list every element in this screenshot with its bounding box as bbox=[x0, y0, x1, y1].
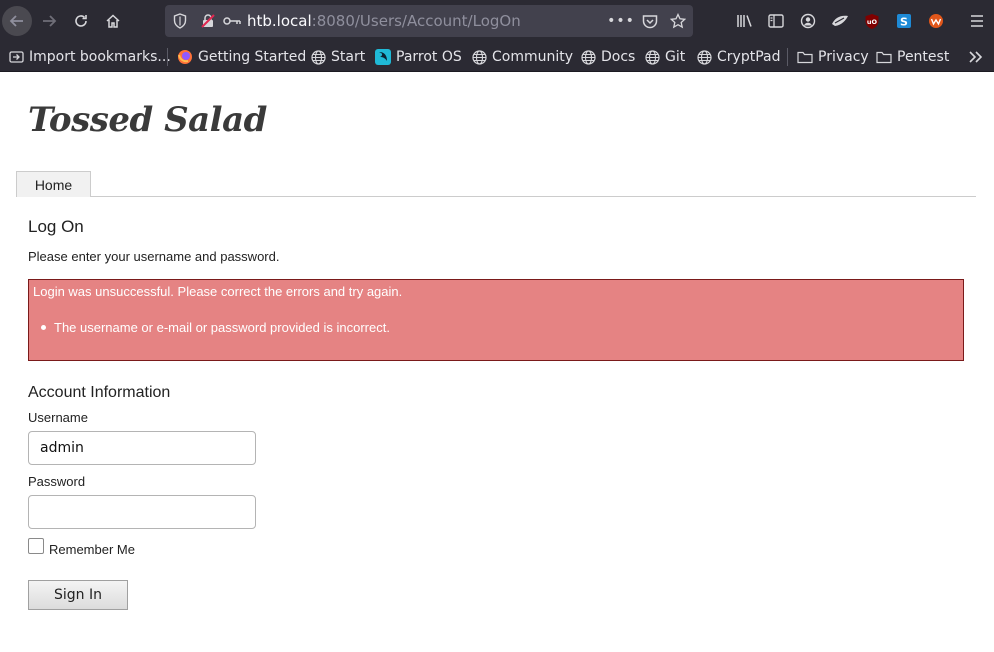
error-message: Login was unsuccessful. Please correct t… bbox=[33, 284, 403, 299]
bookmark-git[interactable]: Git bbox=[644, 46, 685, 68]
bookmark-import[interactable]: Import bookmarks... bbox=[8, 46, 171, 68]
error-item-text: The username or e-mail or password provi… bbox=[54, 320, 390, 335]
url-path: :8080/Users/Account/LogOn bbox=[311, 12, 521, 30]
page-heading: Log On bbox=[28, 217, 84, 236]
bookmark-start[interactable]: Start bbox=[310, 46, 365, 68]
firefox-icon bbox=[177, 49, 193, 65]
bookmark-folder-privacy[interactable]: Privacy bbox=[797, 46, 869, 68]
bookmark-label: Import bookmarks... bbox=[29, 49, 171, 65]
more-icon[interactable]: ••• bbox=[607, 5, 634, 37]
shield-icon[interactable] bbox=[169, 5, 191, 37]
url-host: htb.local bbox=[247, 12, 312, 30]
bookmark-label: Parrot OS bbox=[396, 49, 462, 65]
import-icon bbox=[8, 49, 24, 65]
bookmark-folder-pentest[interactable]: Pentest bbox=[876, 46, 949, 68]
account-icon[interactable] bbox=[796, 9, 820, 33]
globe-icon bbox=[644, 49, 660, 65]
tab-home[interactable]: Home bbox=[16, 171, 91, 197]
bookmark-label: Privacy bbox=[818, 49, 869, 65]
bookmark-label: Community bbox=[492, 49, 574, 65]
ublock-icon[interactable]: uO bbox=[860, 9, 884, 33]
validation-summary: Login was unsuccessful. Please correct t… bbox=[28, 279, 964, 361]
forward-icon bbox=[43, 15, 57, 27]
tab-divider bbox=[16, 196, 976, 197]
bookmark-label: Git bbox=[665, 49, 686, 65]
extension-s-icon[interactable]: S bbox=[892, 9, 916, 33]
globe-icon bbox=[696, 49, 712, 65]
bookmark-community[interactable]: Community bbox=[471, 46, 573, 68]
password-field[interactable] bbox=[28, 495, 256, 529]
folder-icon bbox=[797, 49, 813, 65]
home-icon bbox=[106, 14, 120, 28]
bullet-icon bbox=[41, 325, 46, 330]
forward-button[interactable] bbox=[34, 6, 64, 36]
url-text[interactable]: htb.local:8080/Users/Account/LogOn bbox=[247, 12, 521, 30]
globe-icon bbox=[310, 49, 326, 65]
pocket-icon[interactable] bbox=[639, 5, 661, 37]
svg-text:S: S bbox=[900, 16, 908, 29]
intro-text: Please enter your username and password. bbox=[28, 249, 280, 264]
insecure-lock-icon[interactable] bbox=[197, 5, 219, 37]
bookmark-label: Docs bbox=[601, 49, 636, 65]
sign-in-button[interactable]: Sign In bbox=[28, 580, 128, 610]
bookmark-getting-started[interactable]: Getting Started bbox=[177, 46, 306, 68]
url-bar[interactable]: htb.local:8080/Users/Account/LogOn ••• bbox=[165, 5, 693, 37]
back-button[interactable] bbox=[2, 6, 32, 36]
bookmark-separator bbox=[787, 48, 788, 66]
extension-wappalyzer-icon[interactable] bbox=[924, 9, 948, 33]
bookmark-label: Getting Started bbox=[198, 49, 307, 65]
menu-icon[interactable] bbox=[965, 9, 989, 33]
bookmark-docs[interactable]: Docs bbox=[580, 46, 635, 68]
sidebar-icon[interactable] bbox=[764, 9, 788, 33]
globe-icon bbox=[471, 49, 487, 65]
svg-text:uO: uO bbox=[867, 18, 878, 26]
site-title: Tossed Salad bbox=[28, 100, 267, 140]
bookmark-parrot-os[interactable]: Parrot OS bbox=[375, 46, 462, 68]
reload-button[interactable] bbox=[66, 6, 96, 36]
bookmark-label: CryptPad bbox=[717, 49, 781, 65]
section-title: Account Information bbox=[28, 384, 171, 401]
bookmark-label: Start bbox=[331, 49, 366, 65]
bookmarks-overflow-icon[interactable] bbox=[964, 45, 988, 69]
home-button[interactable] bbox=[98, 6, 128, 36]
back-icon bbox=[9, 15, 23, 27]
bookmark-label: Pentest bbox=[897, 49, 950, 65]
folder-icon bbox=[876, 49, 892, 65]
username-field[interactable]: admin bbox=[28, 431, 256, 465]
bookmark-star-icon[interactable] bbox=[667, 5, 689, 37]
remember-me-checkbox[interactable] bbox=[28, 538, 44, 554]
password-label: Password bbox=[28, 474, 86, 489]
key-icon[interactable] bbox=[221, 5, 243, 37]
error-list-item: The username or e-mail or password provi… bbox=[41, 320, 390, 335]
globe-icon bbox=[580, 49, 596, 65]
reload-icon bbox=[75, 15, 87, 27]
extension-foxyproxy-icon[interactable] bbox=[828, 9, 852, 33]
bookmark-cryptpad[interactable]: CryptPad bbox=[696, 46, 780, 68]
parrot-icon bbox=[375, 49, 391, 65]
remember-me-label[interactable]: Remember Me bbox=[49, 542, 135, 557]
bookmark-separator bbox=[167, 48, 168, 66]
library-icon[interactable] bbox=[733, 9, 757, 33]
username-label: Username bbox=[28, 410, 88, 425]
